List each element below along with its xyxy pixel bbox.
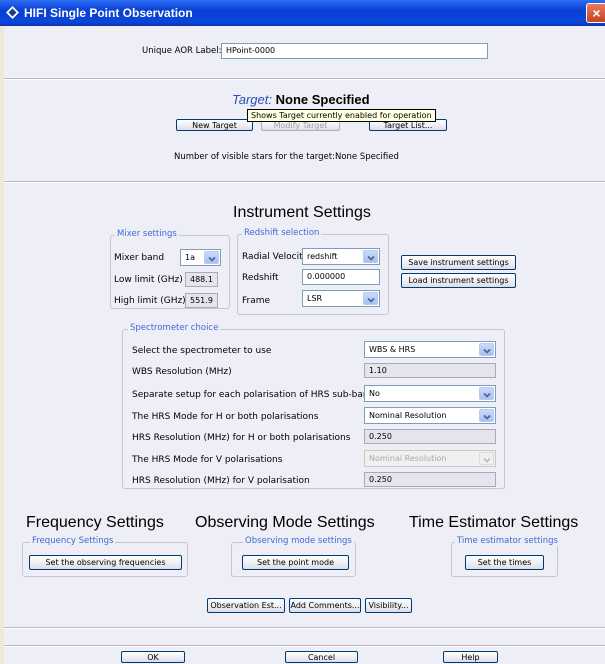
set-observing-frequencies-button[interactable]: Set the observing frequencies	[29, 555, 182, 570]
aor-label: Unique AOR Label:	[142, 46, 222, 56]
spectrometer-select[interactable]: WBS & HRS	[364, 341, 496, 358]
frequency-settings-legend: Frequency Settings	[30, 536, 116, 546]
time-estimator-settings-legend: Time estimator settings	[455, 536, 560, 546]
separate-setup-label: Separate setup for each polarisation of …	[132, 390, 384, 400]
save-instrument-settings-button[interactable]: Save instrument settings	[401, 255, 516, 270]
frame-label: Frame	[242, 296, 271, 306]
high-limit-label: High limit (GHz)	[114, 296, 186, 306]
close-icon: ×	[592, 5, 601, 21]
wbs-resolution-field: 1.10	[364, 363, 496, 378]
dialog-body: Unique AOR Label: HPoint-0000 Target: No…	[4, 26, 605, 664]
visible-stars-text: Number of visible stars for the target:N…	[174, 152, 399, 162]
mixer-band-label: Mixer band	[114, 253, 165, 263]
java-app-icon	[6, 6, 19, 19]
wbs-resolution-label: WBS Resolution (MHz)	[132, 367, 232, 377]
separate-setup-select[interactable]: No	[364, 385, 496, 402]
chevron-down-icon	[363, 292, 378, 305]
aor-label-input[interactable]: HPoint-0000	[221, 43, 488, 59]
observing-mode-settings-legend: Observing mode settings	[243, 536, 354, 546]
set-point-mode-button[interactable]: Set the point mode	[242, 555, 349, 570]
time-estimator-settings-heading: Time Estimator Settings	[409, 514, 579, 531]
low-limit-field: 488.1	[185, 272, 218, 287]
redshift-label: Redshift	[242, 273, 279, 283]
target-line: Target: None Specified	[232, 92, 370, 107]
add-comments-button[interactable]: Add Comments...	[289, 598, 361, 613]
redshift-selection-legend: Redshift selection	[242, 228, 322, 238]
frame-select[interactable]: LSR	[302, 290, 380, 307]
hrs-mode-v-label: The HRS Mode for V polarisations	[132, 455, 283, 465]
radial-velocity-label: Radial Velocity	[242, 252, 308, 262]
frequency-settings-heading: Frequency Settings	[26, 514, 164, 531]
help-button[interactable]: Help	[443, 651, 498, 663]
hrs-mode-h-select[interactable]: Nominal Resolution	[364, 407, 496, 424]
cancel-button[interactable]: Cancel	[285, 651, 358, 663]
hrs-resolution-v-label: HRS Resolution (MHz) for V polarisation	[132, 476, 310, 486]
set-times-button[interactable]: Set the times	[465, 555, 544, 570]
instrument-settings-heading: Instrument Settings	[233, 204, 371, 221]
mixer-band-select[interactable]: 1a	[180, 249, 221, 266]
visibility-button[interactable]: Visibility...	[365, 598, 412, 613]
close-button[interactable]: ×	[586, 3, 605, 23]
chevron-down-icon	[479, 452, 494, 465]
target-prefix: Target:	[232, 92, 272, 107]
title-bar[interactable]: HIFI Single Point Observation ×	[0, 0, 605, 26]
redshift-input[interactable]: 0.000000	[302, 269, 380, 285]
hrs-mode-h-label: The HRS Mode for H or both polarisations	[132, 412, 319, 422]
hrs-resolution-v-field: 0.250	[364, 472, 496, 487]
new-target-button[interactable]: New Target	[176, 119, 253, 131]
target-value: None Specified	[275, 92, 370, 107]
hrs-resolution-h-field: 0.250	[364, 429, 496, 444]
high-limit-field: 551.9	[185, 293, 218, 308]
hrs-mode-v-select[interactable]: Nominal Resolution	[364, 450, 496, 467]
spectrometer-select-label: Select the spectrometer to use	[132, 346, 272, 356]
load-instrument-settings-button[interactable]: Load instrument settings	[401, 273, 516, 288]
observing-mode-settings-heading: Observing Mode Settings	[195, 514, 375, 531]
hrs-resolution-h-label: HRS Resolution (MHz) for H or both polar…	[132, 433, 351, 443]
low-limit-label: Low limit (GHz)	[114, 275, 183, 285]
target-tooltip: Shows Target currently enabled for opera…	[247, 109, 436, 122]
chevron-down-icon	[363, 250, 378, 263]
observation-estimate-button[interactable]: Observation Est...	[207, 598, 285, 613]
chevron-down-icon	[479, 343, 494, 356]
chevron-down-icon	[479, 409, 494, 422]
window-title: HIFI Single Point Observation	[24, 6, 193, 20]
mixer-settings-legend: Mixer settings	[115, 229, 179, 239]
radial-velocity-select[interactable]: redshift	[302, 248, 380, 265]
chevron-down-icon	[479, 387, 494, 400]
ok-button[interactable]: OK	[121, 651, 185, 663]
spectrometer-choice-legend: Spectrometer choice	[128, 323, 221, 333]
chevron-down-icon	[204, 251, 219, 264]
